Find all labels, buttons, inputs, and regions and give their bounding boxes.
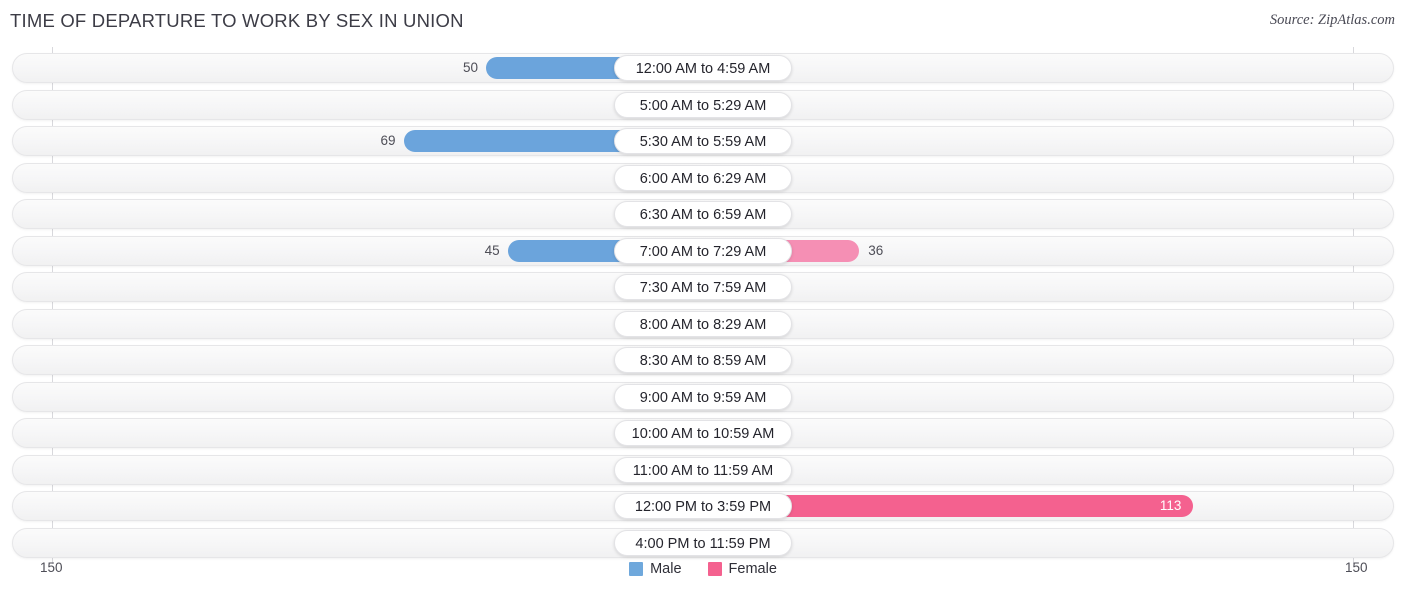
value-label-female: 113 (1159, 498, 1182, 513)
row-category-label: 6:00 AM to 6:29 AM (614, 164, 792, 191)
row-category-label: 5:00 AM to 5:29 AM (614, 91, 792, 118)
chart-legend: Male Female (0, 561, 1406, 577)
legend-item-male[interactable]: Male (629, 561, 682, 577)
source-attribution: Source: ZipAtlas.com (1269, 12, 1395, 28)
row-category-label: 6:30 AM to 6:59 AM (614, 201, 792, 227)
legend-label: Male (650, 561, 682, 577)
legend-swatch-icon (707, 562, 722, 576)
row-category-label: 10:00 AM to 10:59 AM (614, 420, 792, 446)
legend-swatch-icon (629, 562, 644, 576)
value-label-male: 69 (380, 133, 396, 148)
row-category-label: 11:00 AM to 11:59 AM (614, 456, 792, 483)
value-label-male: 45 (484, 242, 500, 258)
row-category-label: 8:00 AM to 8:29 AM (614, 310, 792, 337)
chart-footer: 150 150 Male Female (0, 555, 1406, 595)
row-category-label: 7:30 AM to 7:59 AM (614, 274, 792, 300)
legend-item-female[interactable]: Female (707, 561, 777, 577)
row-category-label: 9:00 AM to 9:59 AM (614, 383, 792, 410)
legend-label: Female (728, 561, 777, 577)
row-category-label: 5:30 AM to 5:59 AM (614, 128, 792, 154)
row-category-label: 12:00 PM to 3:59 PM (614, 493, 792, 519)
chart-header: TIME OF DEPARTURE TO WORK BY SEX IN UNIO… (0, 0, 1406, 45)
row-category-label: 8:30 AM to 8:59 AM (614, 347, 792, 373)
chart-plot-area: 50012:00 AM to 4:59 AM005:00 AM to 5:29 … (0, 47, 1406, 558)
row-category-label: 4:00 PM to 11:59 PM (614, 529, 792, 556)
row-category-label: 7:00 AM to 7:29 AM (614, 237, 792, 264)
page-title: TIME OF DEPARTURE TO WORK BY SEX IN UNIO… (10, 10, 464, 31)
value-label-female: 36 (868, 242, 884, 258)
value-label-male: 50 (462, 60, 478, 75)
row-category-label: 12:00 AM to 4:59 AM (614, 55, 792, 81)
